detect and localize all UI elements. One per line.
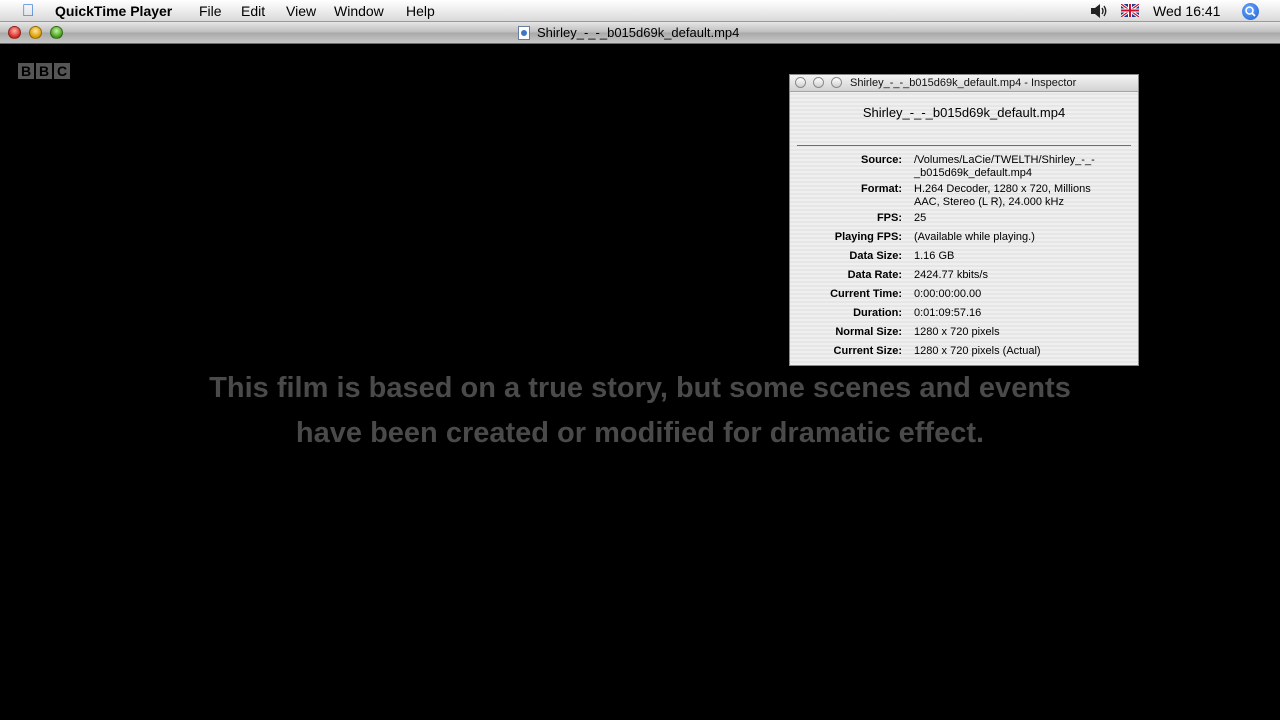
logo-letter: B: [36, 63, 52, 79]
menu-window[interactable]: Window: [334, 3, 384, 19]
info-label: Current Size:: [833, 345, 902, 357]
input-language-flag-icon[interactable]: [1121, 4, 1139, 17]
volume-icon[interactable]: [1089, 2, 1109, 20]
zoom-button[interactable]: [50, 26, 63, 39]
inspector-window[interactable]: Shirley_-_-_b015d69k_default.mp4 - Inspe…: [789, 74, 1139, 366]
caption-line-1: This film is based on a true story, but …: [209, 372, 1071, 404]
info-value-line: /Volumes/LaCie/TWELTH/Shirley_-_-: [914, 154, 1095, 166]
inspector-zoom-button[interactable]: [831, 77, 842, 88]
video-caption: This film is based on a true story, but …: [0, 366, 1280, 456]
inspector-movie-name: Shirley_-_-_b015d69k_default.mp4: [862, 105, 1066, 120]
spotlight-search-icon[interactable]: [1242, 3, 1259, 20]
info-label: Current Time:: [830, 288, 902, 300]
inspector-minimize-button[interactable]: [813, 77, 824, 88]
info-value: 2424.77 kbits/s: [914, 269, 988, 281]
info-value: 1280 x 720 pixels: [914, 326, 1000, 338]
info-label: Format:: [861, 183, 902, 195]
info-label: Normal Size:: [835, 326, 902, 338]
info-label: FPS:: [876, 212, 902, 224]
info-value: 0:00:00:00.00: [914, 288, 982, 300]
menu-file[interactable]: File: [199, 3, 222, 19]
movie-window-title: Shirley_-_-_b015d69k_default.mp4: [537, 25, 740, 40]
menu-view[interactable]: View: [286, 3, 316, 19]
screen:  QuickTime Player File Edit View Window…: [0, 0, 1280, 720]
info-label: Data Size:: [849, 250, 902, 262]
info-label: Data Rate:: [847, 269, 902, 281]
document-proxy-icon[interactable]: [518, 26, 530, 40]
info-value: 1280 x 720 pixels (Actual): [914, 345, 1041, 357]
inspector-title: Shirley_-_-_b015d69k_default.mp4 - Inspe…: [850, 77, 1077, 89]
menu-bar:  QuickTime Player File Edit View Window…: [0, 0, 1280, 22]
minimize-button[interactable]: [29, 26, 42, 39]
movie-window-titlebar[interactable]: Shirley_-_-_b015d69k_default.mp4: [0, 22, 1280, 44]
divider: [797, 145, 1131, 146]
info-value: /Volumes/LaCie/TWELTH/Shirley_-_- _b015d…: [914, 154, 1124, 180]
info-label: Playing FPS:: [834, 231, 902, 243]
menu-app-name[interactable]: QuickTime Player: [55, 3, 172, 19]
menu-help[interactable]: Help: [406, 3, 435, 19]
close-button[interactable]: [8, 26, 21, 39]
info-value-line: H.264 Decoder, 1280 x 720, Millions: [914, 183, 1091, 195]
info-value-line: _b015d69k_default.mp4: [914, 167, 1033, 179]
info-value-line: AAC, Stereo (L R), 24.000 kHz: [914, 196, 1064, 208]
info-value: 0:01:09:57.16: [914, 307, 982, 319]
apple-menu-icon[interactable]: : [18, 2, 38, 20]
info-value: H.264 Decoder, 1280 x 720, Millions AAC,…: [914, 183, 1124, 209]
info-value: 1.16 GB: [914, 250, 955, 262]
info-label: Source:: [861, 154, 902, 166]
info-value: (Available while playing.): [914, 231, 1035, 243]
inspector-titlebar[interactable]: Shirley_-_-_b015d69k_default.mp4 - Inspe…: [790, 75, 1138, 92]
menu-clock[interactable]: Wed 16:41: [1153, 3, 1220, 19]
broadcaster-logo: B B C: [18, 63, 70, 79]
menu-edit[interactable]: Edit: [241, 3, 265, 19]
inspector-close-button[interactable]: [795, 77, 806, 88]
info-value: 25: [914, 212, 927, 224]
logo-letter: C: [54, 63, 70, 79]
logo-letter: B: [18, 63, 34, 79]
info-label: Duration:: [853, 307, 902, 319]
caption-line-2: have been created or modified for dramat…: [295, 417, 985, 449]
